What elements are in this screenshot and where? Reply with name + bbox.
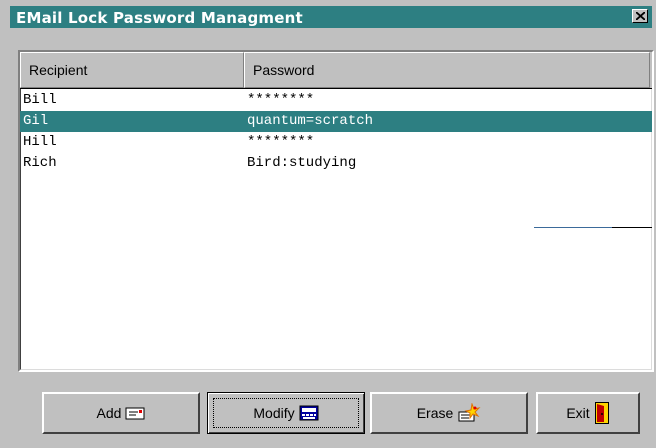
- password-cell: Bird:studying: [247, 155, 357, 171]
- exit-button[interactable]: Exit: [536, 392, 640, 434]
- list-header: Recipient Password: [20, 52, 652, 89]
- dialog-window: EMail Lock Password Managment Recipient …: [0, 0, 656, 448]
- exit-button-label: Exit: [566, 405, 590, 421]
- password-cell: ********: [247, 134, 315, 150]
- password-cell: quantum=scratch: [247, 113, 374, 129]
- list-row[interactable]: Hill ********: [20, 132, 652, 153]
- recipient-cell: Hill: [23, 134, 57, 150]
- recipient-cell: Bill: [23, 92, 57, 108]
- focus-ring: [213, 398, 359, 428]
- door-exit-icon: [594, 402, 609, 424]
- column-header-recipient[interactable]: Recipient: [20, 52, 244, 88]
- close-button[interactable]: [632, 9, 648, 23]
- password-cell: ********: [247, 92, 315, 108]
- column-header-password[interactable]: Password: [244, 52, 650, 88]
- add-button[interactable]: Add: [42, 392, 200, 434]
- title-bar[interactable]: EMail Lock Password Managment: [10, 6, 652, 28]
- envelope-icon: [125, 407, 145, 420]
- list-row-selected[interactable]: Gil quantum=scratch: [20, 111, 652, 132]
- erase-button[interactable]: Erase: [370, 392, 528, 434]
- add-button-label: Add: [96, 405, 122, 421]
- list-rows: Bill ******** Gil quantum=scratch Hill *…: [20, 90, 652, 174]
- recipient-cell: Gil: [23, 113, 49, 129]
- list-row[interactable]: Rich Bird:studying: [20, 153, 652, 174]
- modify-button[interactable]: Modify: [207, 392, 365, 434]
- erase-button-label: Erase: [416, 405, 454, 421]
- recipient-cell: Rich: [23, 155, 57, 171]
- window-title: EMail Lock Password Managment: [16, 9, 303, 27]
- eraser-sparkle-icon: [458, 403, 481, 422]
- recipient-password-list[interactable]: Recipient Password Bill ******** Gil qua…: [18, 50, 654, 372]
- rendering-artifact-line: [534, 227, 652, 228]
- close-icon: [636, 12, 645, 20]
- list-row[interactable]: Bill ********: [20, 90, 652, 111]
